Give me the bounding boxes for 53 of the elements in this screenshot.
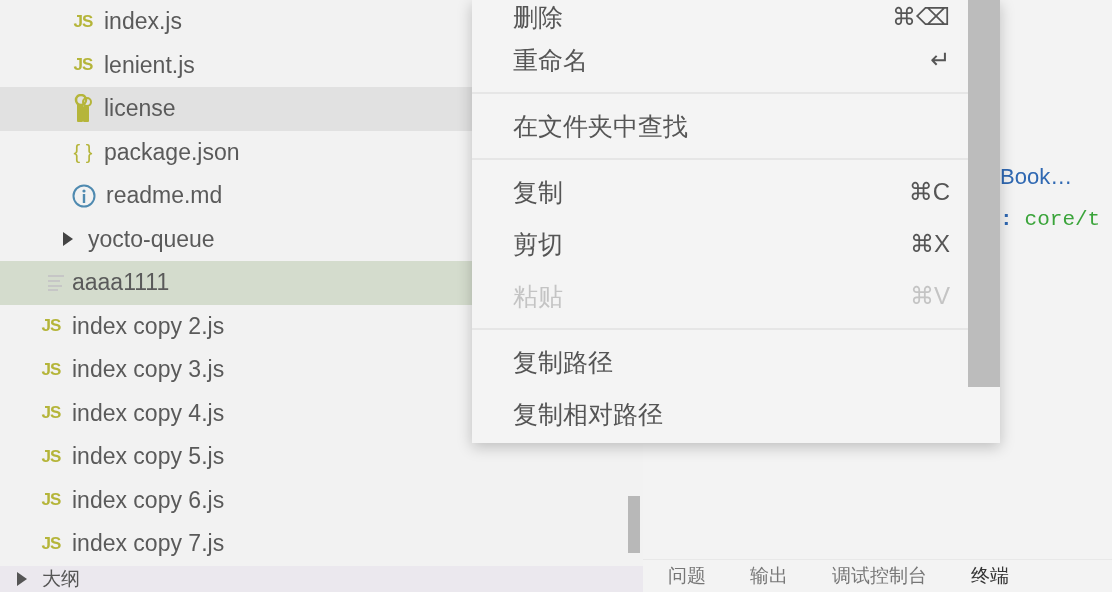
- scrollbar-thumb[interactable]: [968, 0, 1000, 387]
- menu-label: 剪切: [513, 228, 563, 260]
- menu-item[interactable]: 复制路径: [472, 336, 968, 388]
- info-icon: [72, 183, 96, 208]
- file-type-label: JS: [40, 446, 62, 467]
- file-type-label: JS: [40, 359, 62, 380]
- scrollbar-thumb[interactable]: [628, 496, 640, 553]
- menu-item[interactable]: 删除 ⌘⌫: [472, 0, 968, 34]
- file-name: package.json: [104, 138, 240, 166]
- file-name: index copy 2.js: [72, 312, 225, 340]
- shortcut-label: ⌘X: [910, 230, 950, 258]
- panel-tab[interactable]: 调试控制台: [832, 563, 927, 589]
- code-token: core/t: [1024, 207, 1101, 231]
- file-name: yocto-queue: [88, 225, 215, 253]
- file-type-label: JS: [40, 316, 62, 337]
- file-name: index copy 3.js: [72, 356, 225, 384]
- file-row[interactable]: JS index copy 6.js: [0, 478, 643, 522]
- file-row[interactable]: JS index copy 7.js: [0, 522, 643, 566]
- outline-header[interactable]: 大纲: [0, 566, 643, 592]
- file-name: index copy 6.js: [72, 486, 225, 514]
- file-name: license: [104, 95, 176, 123]
- menu-label: 复制路径: [513, 346, 613, 378]
- shortcut-label: ↵: [929, 46, 950, 74]
- file-type-label: JS: [40, 403, 62, 424]
- menu-label: 删除: [513, 1, 563, 33]
- panel-tab[interactable]: 问题: [668, 563, 706, 589]
- menu-label: 复制相对路径: [513, 398, 663, 430]
- caret-icon: [16, 571, 28, 587]
- file-name: index.js: [104, 8, 182, 36]
- file-type-label: JS: [40, 533, 62, 554]
- file-type-label: JS: [40, 490, 62, 511]
- file-type-label: JS: [72, 55, 94, 76]
- file-name: index copy 4.js: [72, 399, 225, 427]
- menu-label: 重命名: [513, 44, 588, 76]
- caret-icon: [62, 231, 74, 248]
- key-icon: [72, 93, 94, 124]
- file-name: aaaa1111: [72, 269, 170, 297]
- menu-label: 复制: [513, 176, 563, 208]
- outline-title: 大纲: [42, 567, 80, 591]
- code-token: :: [1000, 207, 1013, 231]
- file-name: readme.md: [106, 182, 223, 210]
- menu-item[interactable]: 复制 ⌘C: [472, 166, 968, 218]
- file-type-label: { }: [72, 140, 94, 164]
- shortcut-label: ⌘C: [908, 178, 950, 206]
- shortcut-label: ⌘⌫: [892, 3, 950, 31]
- panel-tab[interactable]: 输出: [750, 563, 788, 589]
- file-name: lenient.js: [104, 51, 195, 79]
- file-name: index copy 7.js: [72, 530, 225, 558]
- file-type-label: JS: [72, 11, 94, 32]
- panel-tab[interactable]: 终端: [971, 563, 1009, 589]
- code-token: Book…: [1000, 164, 1073, 190]
- file-name: index copy 5.js: [72, 443, 225, 471]
- menu-item[interactable]: 重命名 ↵: [472, 34, 968, 86]
